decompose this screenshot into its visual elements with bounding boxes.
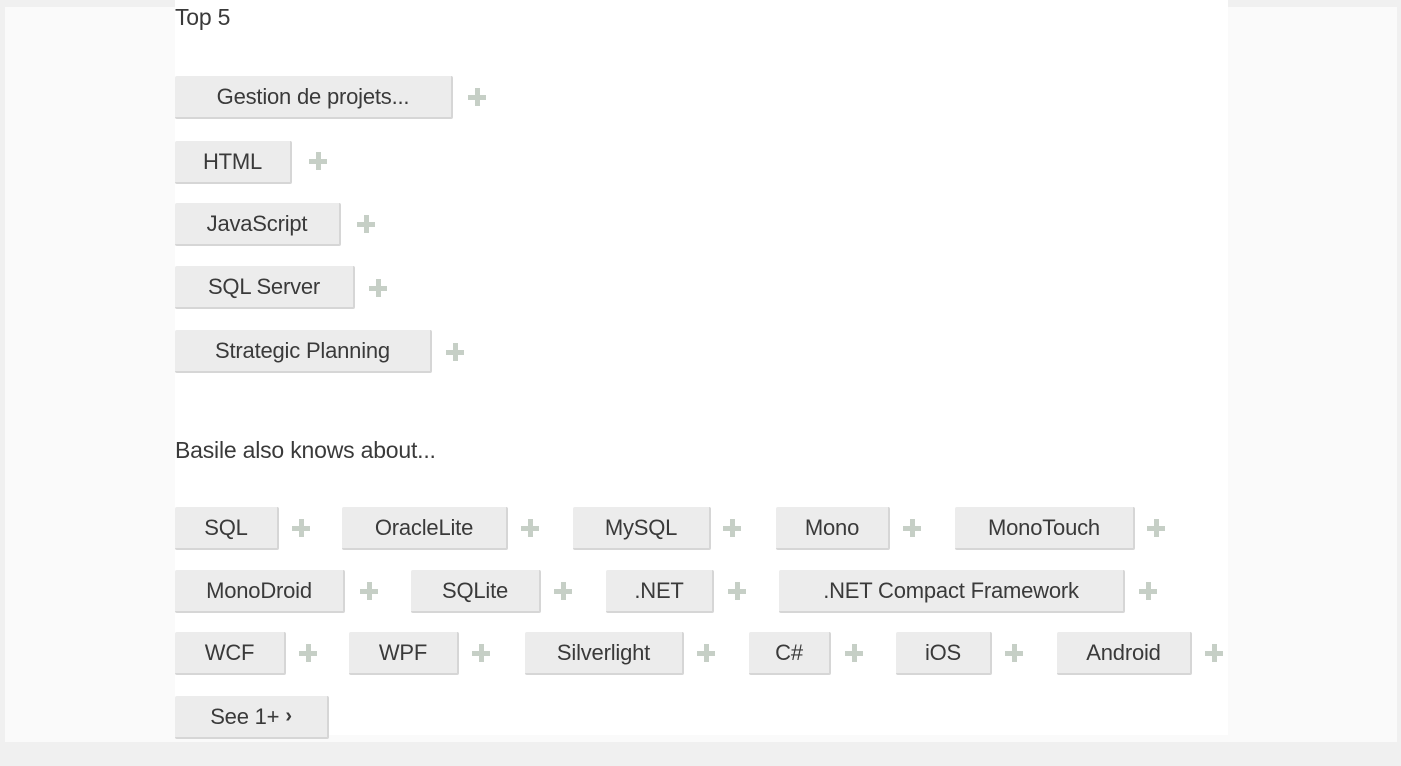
plus-icon[interactable] (903, 519, 921, 537)
skill-tag[interactable]: OracleLite (342, 507, 508, 550)
skill-tag[interactable]: .NET Compact Framework (779, 570, 1125, 613)
skill-tag[interactable]: MonoDroid (175, 570, 345, 613)
plus-icon[interactable] (309, 152, 327, 170)
skill-tag[interactable]: WPF (349, 632, 459, 675)
plus-icon[interactable] (1147, 519, 1165, 537)
top-skill-tag[interactable]: Strategic Planning (175, 330, 432, 373)
plus-icon[interactable] (292, 519, 310, 537)
skill-tag[interactable]: Silverlight (525, 632, 684, 675)
plus-icon[interactable] (468, 88, 486, 106)
also-knows-heading: Basile also knows about... (175, 437, 436, 463)
plus-icon[interactable] (697, 644, 715, 662)
skill-tag[interactable]: .NET (606, 570, 714, 613)
plus-icon[interactable] (723, 519, 741, 537)
plus-icon[interactable] (845, 644, 863, 662)
skill-tag[interactable]: SQLite (411, 570, 541, 613)
see-more-label: See 1+ (210, 703, 280, 729)
plus-icon[interactable] (1205, 644, 1223, 662)
plus-icon[interactable] (728, 582, 746, 600)
plus-icon[interactable] (472, 644, 490, 662)
top-skill-tag[interactable]: SQL Server (175, 266, 355, 309)
skill-tag[interactable]: WCF (175, 632, 286, 675)
plus-icon[interactable] (369, 279, 387, 297)
skill-tag[interactable]: iOS (896, 632, 992, 675)
plus-icon[interactable] (1139, 582, 1157, 600)
plus-icon[interactable] (521, 519, 539, 537)
skill-tag[interactable]: MySQL (573, 507, 711, 550)
plus-icon[interactable] (357, 215, 375, 233)
top-skills-heading: Top 5 (175, 4, 231, 30)
plus-icon[interactable] (446, 343, 464, 361)
skill-tag[interactable]: Mono (776, 507, 890, 550)
plus-icon[interactable] (299, 644, 317, 662)
skill-tag[interactable]: SQL (175, 507, 279, 550)
top-skill-tag[interactable]: Gestion de projets... (175, 76, 453, 119)
skill-tag[interactable]: MonoTouch (955, 507, 1135, 550)
plus-icon[interactable] (360, 582, 378, 600)
chevron-right-icon: › (285, 705, 292, 727)
see-more-button[interactable]: See 1+ › (175, 696, 329, 739)
plus-icon[interactable] (1005, 644, 1023, 662)
top-skill-tag[interactable]: HTML (175, 141, 292, 184)
plus-icon[interactable] (554, 582, 572, 600)
skill-tag[interactable]: C# (749, 632, 831, 675)
skill-tag[interactable]: Android (1057, 632, 1192, 675)
top-skill-tag[interactable]: JavaScript (175, 203, 341, 246)
